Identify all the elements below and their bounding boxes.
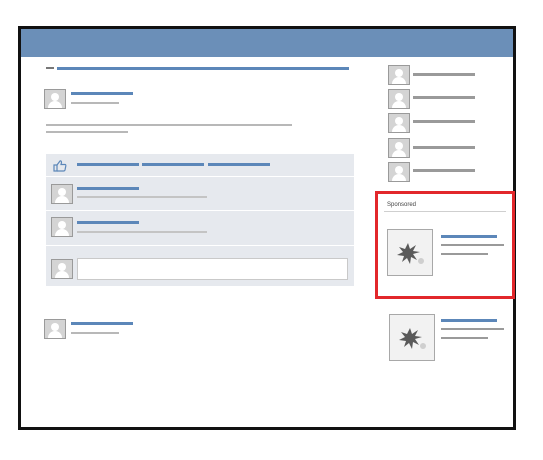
comment-text — [77, 196, 207, 198]
second-ad-text-line — [441, 328, 504, 330]
sponsored-ad-title-link[interactable] — [441, 235, 497, 238]
comments-divider — [46, 210, 354, 211]
second-ad-title-link[interactable] — [441, 319, 497, 322]
comments-divider — [46, 176, 354, 177]
sidebar-friend-name[interactable] — [413, 120, 475, 123]
comment-avatar[interactable] — [51, 217, 73, 237]
post-author-name-link[interactable] — [71, 92, 133, 95]
comment-text — [77, 231, 207, 233]
next-post-author-name-link[interactable] — [71, 322, 133, 325]
second-ad-text-line — [441, 337, 488, 339]
sidebar-friend-avatar[interactable] — [388, 138, 410, 158]
sidebar-friend-name[interactable] — [413, 73, 475, 76]
thumbs-up-icon[interactable] — [53, 160, 67, 172]
post-author-avatar[interactable] — [44, 89, 66, 109]
sidebar-friend-avatar[interactable] — [388, 162, 410, 182]
post-comments-section — [46, 154, 354, 286]
post-body-line-1 — [46, 124, 292, 126]
sponsored-divider — [384, 211, 506, 212]
sidebar-friend-name[interactable] — [413, 146, 475, 149]
top-navigation-bar — [21, 29, 513, 57]
feed-header-text-short — [46, 67, 54, 69]
write-comment-input[interactable] — [77, 258, 348, 280]
post-timestamp — [71, 102, 119, 104]
comment-author-link[interactable] — [77, 187, 139, 190]
like-count-link-2[interactable] — [142, 163, 204, 166]
sidebar-friend-name[interactable] — [413, 96, 475, 99]
reply-avatar — [51, 259, 73, 279]
starburst-image-icon — [397, 243, 424, 264]
comment-author-link[interactable] — [77, 221, 139, 224]
sidebar-friend-avatar[interactable] — [388, 65, 410, 85]
comment-avatar[interactable] — [51, 184, 73, 204]
like-count-link-1[interactable] — [77, 163, 139, 166]
sponsored-ad-highlight: Sponsored — [375, 191, 515, 299]
sponsored-ad-image[interactable] — [387, 229, 433, 276]
next-post-author-avatar[interactable] — [44, 319, 66, 339]
sidebar-friend-avatar[interactable] — [388, 113, 410, 133]
like-count-link-3[interactable] — [208, 163, 270, 166]
sidebar-friend-name[interactable] — [413, 169, 475, 172]
second-ad-image[interactable] — [389, 314, 435, 361]
sidebar-friend-avatar[interactable] — [388, 89, 410, 109]
feed-header-link[interactable] — [57, 67, 349, 70]
facebook-page-frame: Sponsored — [18, 26, 516, 430]
comments-divider — [46, 245, 354, 246]
starburst-image-icon — [399, 328, 426, 349]
next-post-timestamp — [71, 332, 119, 334]
sponsored-ad-text-line — [441, 244, 504, 246]
sponsored-label: Sponsored — [387, 202, 417, 208]
post-body-line-2 — [46, 131, 128, 133]
sponsored-ad-text-line — [441, 253, 488, 255]
